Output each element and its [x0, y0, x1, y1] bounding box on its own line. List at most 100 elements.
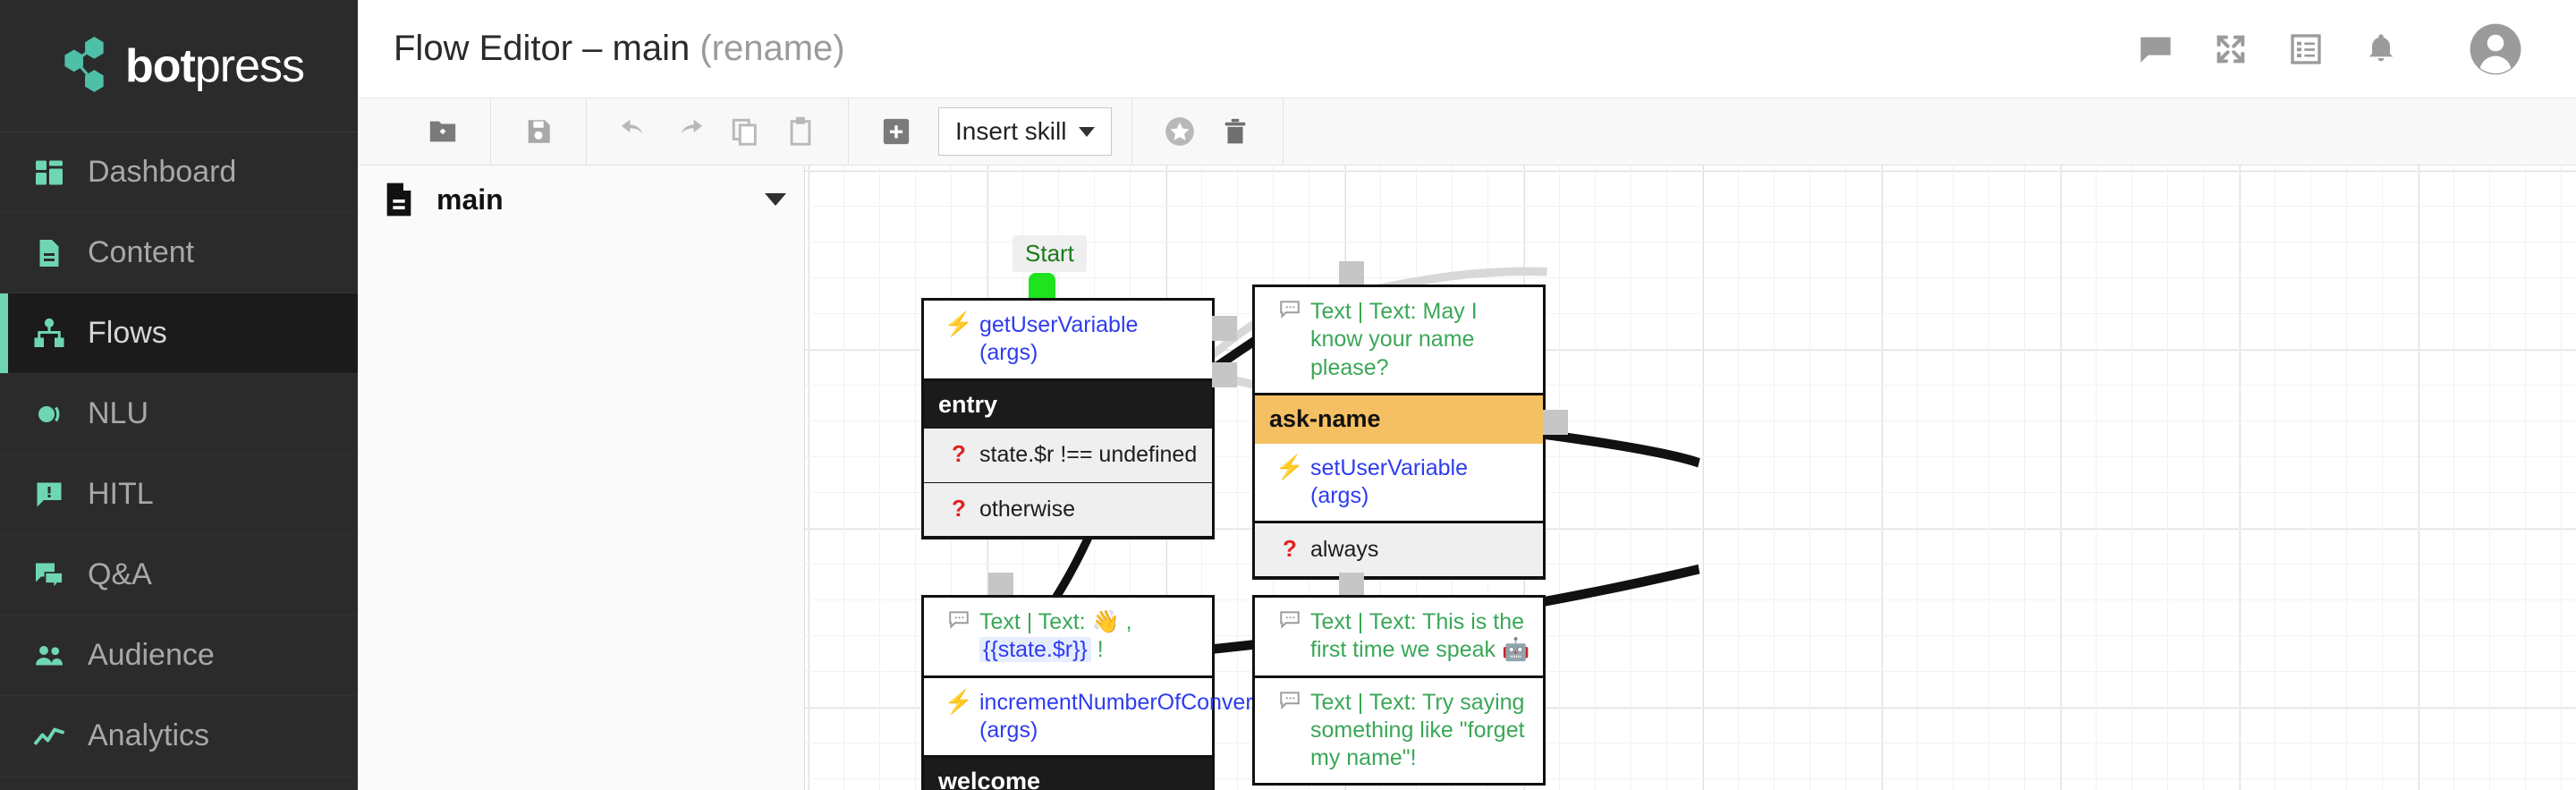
node-port-entry-out-1[interactable]	[1212, 316, 1237, 341]
chevron-down-icon[interactable]	[765, 193, 786, 206]
toolbar-group-node-actions	[1132, 98, 1284, 165]
toolbar-group-file	[358, 98, 491, 165]
app-root: botpress Dashboard Content Flows NLU HIT…	[0, 0, 2576, 790]
add-node-icon[interactable]	[869, 104, 924, 159]
node-row-action[interactable]: ⚡ setUserVariable (args)	[1255, 443, 1543, 523]
sidebar-item-label: Flows	[88, 316, 167, 350]
save-icon[interactable]	[511, 104, 566, 159]
page-title: Flow Editor – main (rename)	[394, 29, 845, 69]
question-icon: ?	[952, 494, 966, 522]
node-row-text: Text | Text: 👋 , {{state.$r}} !	[979, 608, 1199, 665]
node-row-text-variable: {{state.$r}}	[979, 637, 1091, 663]
new-flow-icon[interactable]	[415, 104, 470, 159]
sidebar-item-flows[interactable]: Flows	[0, 293, 358, 374]
flows-node-icon	[30, 315, 68, 353]
sidebar-item-content[interactable]: Content	[0, 213, 358, 293]
node-row-content[interactable]: Text | Text: Try saying something like "…	[1255, 677, 1543, 784]
speech-bubble-icon	[1269, 298, 1310, 327]
flow-list-item-main[interactable]: main	[358, 166, 804, 234]
toolbar-group-insert: Insert skill	[849, 98, 1133, 165]
audience-people-icon	[30, 637, 68, 675]
sidebar-item-analytics[interactable]: Analytics	[0, 696, 358, 777]
sidebar-item-label: Audience	[88, 638, 215, 672]
brand-name-bold: bot	[125, 39, 196, 92]
sidebar-item-qna[interactable]: Q&A	[0, 535, 358, 616]
main-content: Flow Editor – main (rename) Insert skill…	[358, 0, 2576, 790]
node-port-welcome-in[interactable]	[988, 573, 1013, 598]
topbar-icons	[2118, 12, 2576, 87]
dashboard-icon	[30, 154, 68, 191]
sidebar-item-label: Dashboard	[88, 155, 237, 189]
nlu-circle-icon	[30, 395, 68, 433]
node-row-text: Text | Text: This is the first time we s…	[1310, 609, 1530, 663]
node-row-text: Text | Text: May I know your name please…	[1310, 299, 1478, 380]
sidebar-item-hitl[interactable]: HITL	[0, 454, 358, 535]
node-row-content[interactable]: Text | Text: May I know your name please…	[1255, 287, 1543, 395]
paste-icon[interactable]	[773, 104, 828, 159]
topbar: Flow Editor – main (rename)	[358, 0, 2576, 98]
chevron-down-icon	[1079, 126, 1096, 137]
flow-node-ask-name[interactable]: Text | Text: May I know your name please…	[1252, 285, 1546, 581]
lightning-icon: ⚡	[944, 310, 974, 337]
node-row-text-prefix: Text | Text: 👋 ,	[979, 609, 1132, 634]
question-icon: ?	[952, 440, 966, 468]
flow-node-first-time[interactable]: Text | Text: This is the first time we s…	[1252, 595, 1546, 786]
brand[interactable]: botpress	[0, 0, 358, 132]
node-row-action[interactable]: ⚡ incrementNumberOfConversations (args)	[924, 677, 1324, 758]
sidebar-item-label: Content	[88, 235, 195, 269]
sidebar-item-label: Analytics	[88, 718, 210, 752]
lightning-icon: ⚡	[1275, 453, 1305, 480]
flow-list-panel: main	[358, 166, 805, 790]
toolbar-group-edit	[587, 98, 849, 165]
node-row-transition[interactable]: ? otherwise	[924, 482, 1212, 537]
node-row-transition[interactable]: ? always	[1255, 523, 1543, 578]
node-title-entry: entry	[924, 380, 1212, 429]
node-row-content[interactable]: Text | Text: 👋 , {{state.$r}} !	[924, 598, 1212, 678]
flow-node-welcome[interactable]: Text | Text: 👋 , {{state.$r}} ! ⚡ increm…	[921, 595, 1324, 790]
node-title-ask-name: ask-name	[1255, 395, 1543, 444]
speech-bubble-icon	[1269, 608, 1310, 637]
start-dot	[1029, 273, 1055, 300]
node-port-ask-name-out[interactable]	[1543, 410, 1568, 435]
flow-list-item-label: main	[436, 183, 504, 216]
insert-skill-label: Insert skill	[955, 117, 1067, 145]
node-port-first-time-in[interactable]	[1339, 573, 1364, 598]
expand-fullscreen-icon[interactable]	[2193, 12, 2268, 87]
node-row-text: otherwise	[979, 496, 1075, 522]
sidebar-item-label: HITL	[88, 477, 154, 511]
toolbar-group-save	[491, 98, 587, 165]
redo-icon[interactable]	[662, 104, 717, 159]
flow-node-entry[interactable]: ⚡ getUserVariable (args) entry ? state.$…	[921, 298, 1215, 539]
sidebar-item-nlu[interactable]: NLU	[0, 374, 358, 454]
insert-skill-select[interactable]: Insert skill	[938, 107, 1113, 156]
node-row-text-suffix: !	[1090, 637, 1104, 663]
sidebar-item-dashboard[interactable]: Dashboard	[0, 132, 358, 213]
trash-icon[interactable]	[1208, 104, 1263, 159]
document-icon	[381, 179, 417, 220]
brand-name-light: press	[194, 39, 305, 92]
sidebar-item-label: Q&A	[88, 557, 152, 591]
skill-star-icon[interactable]	[1152, 104, 1208, 159]
copy-icon[interactable]	[717, 104, 773, 159]
undo-icon[interactable]	[606, 104, 662, 159]
list-document-icon[interactable]	[2268, 12, 2343, 87]
node-port-ask-name-in[interactable]	[1339, 261, 1364, 286]
user-avatar-icon[interactable]	[2458, 12, 2533, 87]
node-row-text: Text | Text: Try saying something like "…	[1310, 689, 1525, 771]
node-row-content[interactable]: Text | Text: This is the first time we s…	[1255, 598, 1543, 678]
page-title-text: Flow Editor – main	[394, 29, 691, 68]
rename-link[interactable]: (rename)	[699, 29, 844, 68]
sidebar-item-audience[interactable]: Audience	[0, 616, 358, 696]
speech-bubble-icon	[938, 608, 979, 637]
node-title-welcome: welcome	[924, 758, 1212, 790]
chat-bubble-icon[interactable]	[2118, 12, 2193, 87]
botpress-logo-icon	[54, 36, 113, 96]
node-row-text: getUserVariable (args)	[979, 312, 1139, 366]
node-row-action[interactable]: ⚡ getUserVariable (args)	[924, 301, 1212, 381]
flow-canvas[interactable]: Start ⚡ getUserVariable (args) entry ? s…	[805, 166, 2576, 790]
node-row-transition[interactable]: ? state.$r !== undefined	[924, 429, 1212, 483]
node-row-text: setUserVariable (args)	[1310, 454, 1469, 508]
speech-bubble-icon	[1269, 689, 1310, 718]
bell-notifications-icon[interactable]	[2343, 12, 2419, 87]
node-port-entry-out-2[interactable]	[1212, 362, 1237, 387]
